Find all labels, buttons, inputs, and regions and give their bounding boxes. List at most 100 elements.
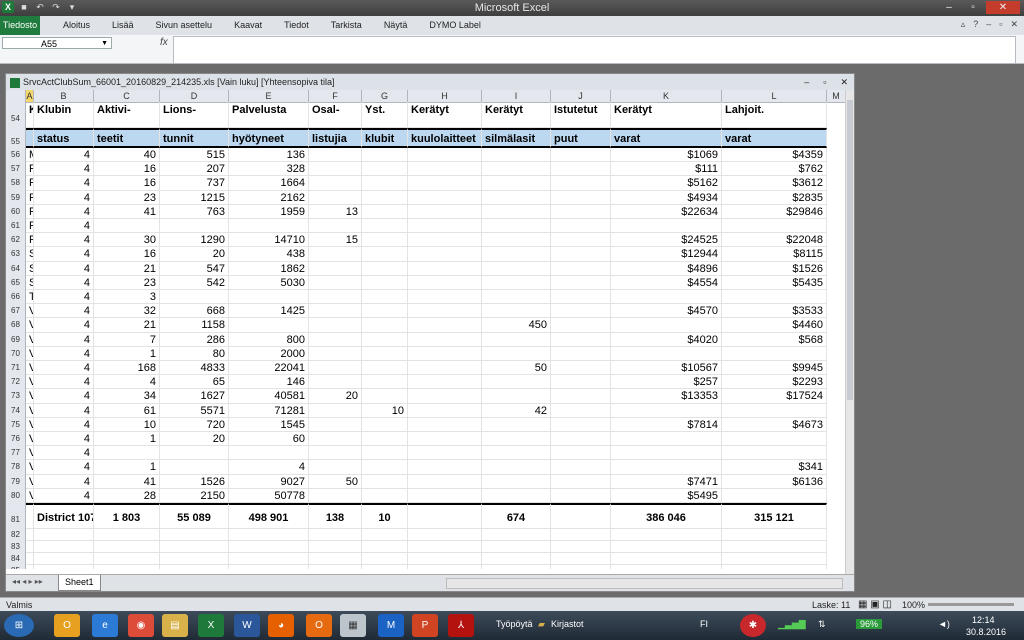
cell-d[interactable]: 55 089 (160, 503, 229, 529)
cell-d[interactable]: 1627 (160, 389, 229, 404)
cell-k[interactable] (611, 553, 722, 565)
cell-c[interactable]: 34 (94, 389, 160, 404)
cell-e[interactable] (229, 318, 309, 333)
cell-e[interactable]: 1959 (229, 204, 309, 219)
cell-e[interactable]: 1664 (229, 176, 309, 191)
cell-j[interactable] (551, 503, 611, 529)
cell-j[interactable] (551, 190, 611, 205)
cell-l[interactable]: 315 121 (722, 503, 827, 529)
cell-j[interactable] (551, 233, 611, 248)
cell-k[interactable]: 386 046 (611, 503, 722, 529)
horizontal-scrollbar[interactable] (446, 578, 843, 589)
cell-a[interactable]: V (26, 346, 34, 361)
cell-i[interactable] (482, 233, 551, 248)
cell-l[interactable]: $762 (722, 162, 827, 177)
cell-b[interactable]: Klubin (34, 102, 94, 128)
cell-g[interactable] (362, 332, 408, 347)
cell-e[interactable]: 1545 (229, 417, 309, 432)
cell-l[interactable]: $5435 (722, 275, 827, 290)
cell-h[interactable] (408, 318, 482, 333)
cell-i[interactable] (482, 346, 551, 361)
zoom-slider[interactable] (928, 603, 1014, 606)
app-tray-icon[interactable]: ✱ (740, 614, 766, 637)
cell-f[interactable] (309, 375, 362, 390)
zoom-level[interactable]: 100% (902, 598, 925, 612)
cell-h[interactable] (408, 162, 482, 177)
row-header[interactable]: 68 (6, 318, 26, 333)
cell-a[interactable]: V (26, 304, 34, 319)
name-box[interactable]: A55 ▼ (2, 37, 112, 49)
cell-k[interactable]: $4896 (611, 261, 722, 276)
cell-i[interactable]: 50 (482, 361, 551, 376)
cell-i[interactable] (482, 565, 551, 569)
cell-f[interactable] (309, 346, 362, 361)
cell-h[interactable] (408, 233, 482, 248)
cell-k[interactable] (611, 219, 722, 234)
cell-k[interactable]: $5162 (611, 176, 722, 191)
workbook-restore-icon[interactable]: ▫ (999, 19, 1002, 30)
cell-i[interactable]: 42 (482, 403, 551, 418)
tab-dymo-label[interactable]: DYMO Label (418, 16, 492, 35)
cell-c[interactable]: 21 (94, 261, 160, 276)
row-header[interactable]: 80 (6, 488, 26, 503)
cell-f[interactable] (309, 176, 362, 191)
cell-k[interactable] (611, 541, 722, 553)
cell-e[interactable]: 800 (229, 332, 309, 347)
cell-g[interactable] (362, 474, 408, 489)
cell-g[interactable] (362, 565, 408, 569)
scroll-thumb[interactable] (847, 100, 853, 400)
cell-f[interactable] (309, 403, 362, 418)
cell-b[interactable]: 4 (34, 488, 94, 503)
ie-icon[interactable]: e (92, 614, 118, 637)
cell-f[interactable] (309, 529, 362, 541)
cell-b[interactable] (34, 529, 94, 541)
cell-d[interactable]: 80 (160, 346, 229, 361)
row-header[interactable]: 64 (6, 261, 26, 276)
cell-b[interactable]: 4 (34, 318, 94, 333)
row-header[interactable]: 79 (6, 474, 26, 489)
cell-a[interactable]: F (26, 190, 34, 205)
cell-i[interactable] (482, 162, 551, 177)
row-header[interactable]: 60 (6, 204, 26, 219)
cell-h[interactable] (408, 361, 482, 376)
tab-n-yt-[interactable]: Näytä (373, 16, 419, 35)
cell-g[interactable] (362, 261, 408, 276)
cell-c[interactable]: 16 (94, 176, 160, 191)
cell-l[interactable]: $341 (722, 460, 827, 475)
cell-c[interactable]: 41 (94, 204, 160, 219)
cell-k[interactable] (611, 318, 722, 333)
cell-g[interactable] (362, 275, 408, 290)
language-indicator[interactable]: FI (700, 619, 708, 629)
cell-i[interactable]: 450 (482, 318, 551, 333)
cell-d[interactable] (160, 529, 229, 541)
cell-h[interactable] (408, 204, 482, 219)
cell-f[interactable] (309, 219, 362, 234)
cell-c[interactable]: 28 (94, 488, 160, 503)
cell-l[interactable]: $17524 (722, 389, 827, 404)
cell-g[interactable]: 10 (362, 403, 408, 418)
cell-l[interactable]: $4359 (722, 148, 827, 163)
row-header[interactable]: 82 (6, 529, 26, 541)
cell-h[interactable] (408, 417, 482, 432)
row-header[interactable]: 62 (6, 233, 26, 248)
cell-c[interactable]: 1 (94, 460, 160, 475)
cell-c[interactable]: 23 (94, 190, 160, 205)
m-app-icon[interactable]: M (378, 614, 404, 637)
signal-icon[interactable]: ▁▃▅▇ (778, 619, 806, 630)
cell-c[interactable]: 168 (94, 361, 160, 376)
cell-a[interactable]: S (26, 261, 34, 276)
tab-sivun-asettelu[interactable]: Sivun asettelu (145, 16, 224, 35)
tab-kaavat[interactable]: Kaavat (223, 16, 273, 35)
cell-l[interactable]: varat (722, 128, 827, 148)
chrome-icon[interactable]: ◉ (128, 614, 154, 637)
cell-f[interactable] (309, 162, 362, 177)
cell-l[interactable]: $2293 (722, 375, 827, 390)
cell-k[interactable]: $4554 (611, 275, 722, 290)
cell-g[interactable] (362, 204, 408, 219)
cell-k[interactable]: $1069 (611, 148, 722, 163)
cell-l[interactable]: Lahjoit. (722, 102, 827, 128)
cell-j[interactable]: Istutetut (551, 102, 611, 128)
cell-a[interactable] (26, 541, 34, 553)
cell-b[interactable]: 4 (34, 176, 94, 191)
cell-b[interactable]: 4 (34, 233, 94, 248)
